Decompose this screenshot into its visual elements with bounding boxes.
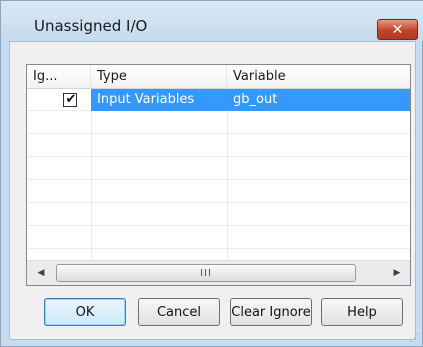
column-header-type[interactable]: Type <box>91 65 227 89</box>
empty-row <box>27 112 410 134</box>
dialog-title: Unassigned I/O <box>34 17 148 35</box>
column-header-ignore[interactable]: Ig... <box>27 65 91 89</box>
list-header: Ig... Type Variable <box>27 65 410 89</box>
unassigned-io-list[interactable]: Ig... Type Variable ✔ Input Variables gb… <box>26 64 411 286</box>
right-arrow-icon: ▶ <box>393 268 401 278</box>
ignore-checkbox[interactable]: ✔ <box>63 92 77 107</box>
scroll-right-button[interactable]: ▶ <box>389 264 405 282</box>
list-row[interactable]: ✔ Input Variables gb_out <box>27 89 410 111</box>
checkmark-icon: ✔ <box>65 92 77 107</box>
empty-row <box>27 227 410 249</box>
scroll-left-button[interactable]: ◀ <box>33 264 49 282</box>
cancel-button[interactable]: Cancel <box>138 298 220 326</box>
row-variable: gb_out <box>233 92 278 107</box>
grip-icon: III <box>200 267 212 279</box>
empty-row <box>27 135 410 157</box>
empty-row <box>27 204 410 226</box>
close-button[interactable]: ✕ <box>377 19 418 40</box>
empty-row <box>27 158 410 180</box>
unassigned-io-dialog: Unassigned I/O ✕ Ig... Type Variable ✔ I… <box>0 0 423 347</box>
empty-row <box>27 181 410 203</box>
title-bar[interactable]: Unassigned I/O ✕ <box>1 1 423 41</box>
row-type: Input Variables <box>97 92 195 107</box>
ok-button[interactable]: OK <box>44 298 126 326</box>
close-icon: ✕ <box>391 21 404 38</box>
scroll-thumb[interactable]: III <box>56 264 356 282</box>
clear-ignore-button[interactable]: Clear Ignore <box>230 298 312 326</box>
left-arrow-icon: ◀ <box>37 268 45 278</box>
horizontal-scrollbar[interactable]: ◀ III ▶ <box>27 260 410 285</box>
help-button[interactable]: Help <box>321 298 403 326</box>
resize-grip-icon[interactable]: ⋰ <box>406 331 420 345</box>
column-header-variable[interactable]: Variable <box>227 65 410 89</box>
